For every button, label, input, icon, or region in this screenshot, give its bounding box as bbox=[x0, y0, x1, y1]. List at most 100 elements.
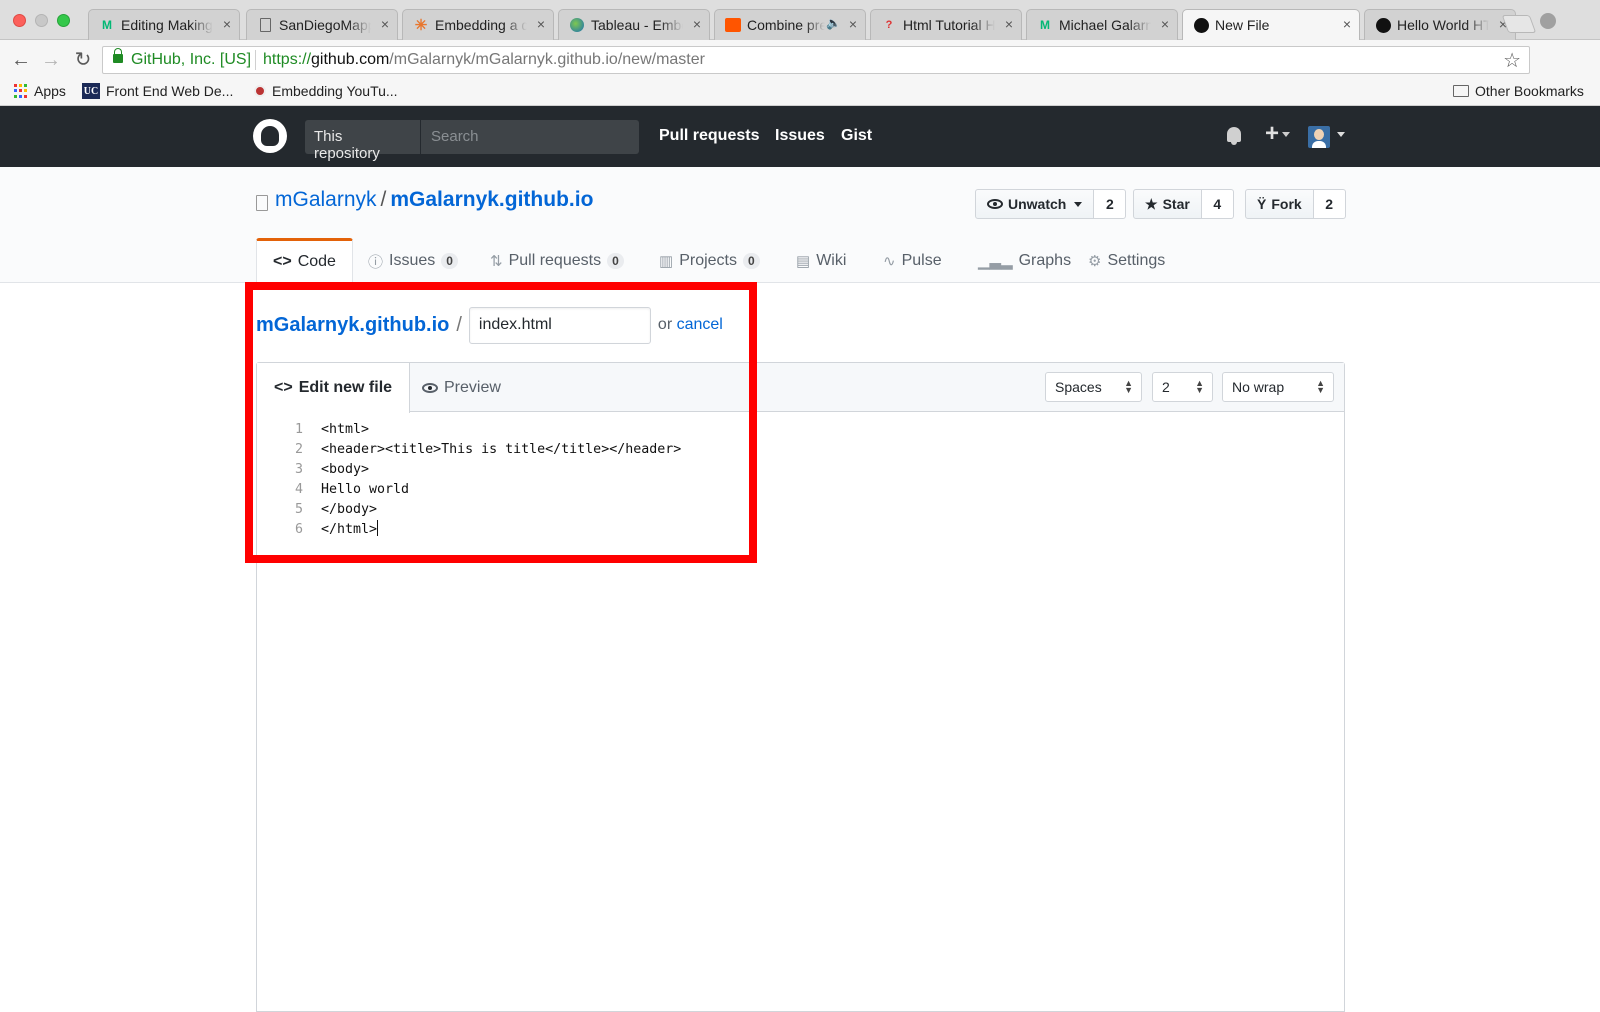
uc-logo-icon: UC bbox=[82, 83, 100, 99]
security-label: GitHub, Inc. [US] bbox=[131, 51, 252, 68]
forward-arrow-icon[interactable]: → bbox=[40, 49, 62, 71]
maximize-window-button[interactable] bbox=[57, 14, 70, 27]
star-button[interactable]: ★ Star bbox=[1133, 189, 1202, 219]
close-tab-icon[interactable]: × bbox=[1343, 16, 1351, 32]
indent-size-select[interactable]: 2 ▲ ▼ bbox=[1152, 372, 1213, 402]
bookmark-other[interactable]: Other Bookmarks bbox=[1453, 83, 1584, 99]
wrap-mode-select[interactable]: No wrap ▲ ▼ bbox=[1222, 372, 1334, 402]
tab-wiki[interactable]: ▤ Wiki bbox=[796, 238, 846, 284]
cancel-link[interactable]: cancel bbox=[677, 316, 723, 333]
create-new-dropdown[interactable]: + bbox=[1265, 120, 1291, 148]
github-header: This repository Search Pull requests Iss… bbox=[0, 106, 1600, 167]
line-text: Hello world bbox=[321, 482, 410, 497]
browser-tab[interactable]: ✳ Embedding a da × bbox=[402, 9, 554, 40]
eye-icon bbox=[422, 382, 438, 393]
search-input[interactable]: Search bbox=[431, 128, 479, 145]
line-number: 3 bbox=[294, 462, 303, 477]
browser-tab[interactable]: M Editing Making × bbox=[88, 9, 240, 40]
fork-button[interactable]: Ÿ Fork bbox=[1245, 189, 1314, 219]
medium-icon: M bbox=[102, 18, 112, 32]
tab-graphs[interactable]: ▁▃▂ Graphs bbox=[978, 238, 1071, 284]
close-tab-icon[interactable]: × bbox=[1161, 16, 1169, 32]
repo-owner-link[interactable]: mGalarnyk bbox=[275, 188, 377, 211]
text-cursor bbox=[377, 520, 379, 536]
bookmark-embedding[interactable]: Embedding YouTu... bbox=[254, 83, 398, 99]
tab-pulse[interactable]: ∿ Pulse bbox=[883, 238, 942, 284]
bookmark-apps[interactable]: Apps bbox=[14, 83, 66, 99]
search-box[interactable]: This repository Search bbox=[305, 120, 639, 162]
notifications-bell-icon[interactable] bbox=[1227, 127, 1241, 145]
browser-tab[interactable]: Combine pre 🔈 × bbox=[714, 9, 866, 40]
bookmark-star-icon[interactable]: ☆ bbox=[1503, 48, 1521, 73]
or-cancel: or cancel bbox=[657, 316, 723, 333]
close-tab-icon[interactable]: × bbox=[537, 16, 545, 32]
code-editor: <> Edit new file Preview Spaces ▲ ▼ 2 ▲ ▼ … bbox=[256, 362, 1345, 1012]
close-tab-icon[interactable]: × bbox=[223, 16, 231, 32]
bookmarks-bar: Apps UC Front End Web De... Embedding Yo… bbox=[0, 80, 1600, 106]
browser-tab-active[interactable]: New File × bbox=[1182, 9, 1360, 41]
tab-issues[interactable]: ⓘ Issues 0 bbox=[368, 238, 458, 284]
close-tab-icon[interactable]: × bbox=[381, 16, 389, 32]
tab-pull-requests[interactable]: ⇅ Pull requests 0 bbox=[490, 238, 624, 284]
line-text: </html> bbox=[321, 520, 379, 537]
star-count[interactable]: 4 bbox=[1201, 189, 1234, 219]
watch-group: Unwatch 2 bbox=[975, 189, 1127, 219]
close-window-button[interactable] bbox=[13, 14, 26, 27]
browser-tab[interactable]: M Michael Galarny × bbox=[1026, 9, 1178, 40]
watch-count[interactable]: 2 bbox=[1094, 189, 1127, 219]
repo-header: mGalarnyk / mGalarnyk.github.io Unwatch 2 … bbox=[0, 167, 1600, 284]
path-root-link[interactable]: mGalarnyk.github.io bbox=[256, 314, 449, 337]
chevron-down-icon[interactable] bbox=[1337, 132, 1345, 137]
book-icon: ▤ bbox=[796, 253, 811, 270]
search-scope[interactable]: This repository bbox=[305, 120, 421, 162]
filename-input[interactable] bbox=[468, 306, 651, 344]
repo-icon bbox=[256, 195, 268, 211]
browser-tab[interactable]: Tableau - Embe × bbox=[558, 9, 710, 40]
youtube-icon bbox=[254, 85, 266, 97]
browser-tab[interactable]: ? Html Tutorial He × bbox=[870, 9, 1022, 40]
repo-name-link[interactable]: mGalarnyk.github.io bbox=[390, 188, 593, 211]
browser-tab[interactable]: Hello World HTM × bbox=[1364, 9, 1516, 40]
fork-count[interactable]: 2 bbox=[1313, 189, 1346, 219]
nav-issues[interactable]: Issues bbox=[775, 127, 825, 145]
code-icon: <> bbox=[273, 253, 292, 270]
lock-icon bbox=[113, 48, 123, 63]
back-arrow-icon[interactable]: ← bbox=[10, 49, 32, 71]
address-bar[interactable]: GitHub, Inc. [US] https://github.com/mGa… bbox=[102, 46, 1530, 74]
tab-code[interactable]: <> Code bbox=[256, 238, 353, 284]
tab-edit-new-file[interactable]: <> Edit new file bbox=[257, 363, 411, 413]
nav-pull-requests[interactable]: Pull requests bbox=[659, 127, 759, 145]
bookmark-front-end[interactable]: UC Front End Web De... bbox=[82, 83, 233, 99]
close-tab-icon[interactable]: × bbox=[693, 16, 701, 32]
line-number: 4 bbox=[294, 482, 303, 497]
indent-mode-select[interactable]: Spaces ▲ ▼ bbox=[1045, 372, 1142, 402]
nav-gist[interactable]: Gist bbox=[841, 127, 872, 145]
file-path-breadcrumb: mGalarnyk.github.io / or cancel bbox=[256, 306, 723, 344]
line-text: </body> bbox=[321, 502, 378, 517]
reload-icon[interactable]: ↻ bbox=[72, 49, 94, 71]
url-text: https://github.com/mGalarnyk/mGalarnyk.g… bbox=[263, 51, 705, 68]
plus-icon: + bbox=[1265, 120, 1280, 147]
pull-request-icon: ⇅ bbox=[490, 253, 503, 270]
browser-tab[interactable]: SanDiegoMapp × bbox=[246, 9, 398, 40]
minimize-window-button[interactable] bbox=[35, 14, 48, 27]
close-tab-icon[interactable]: × bbox=[849, 16, 857, 32]
tab-projects[interactable]: ▥ Projects 0 bbox=[659, 238, 760, 284]
github-icon bbox=[1375, 17, 1391, 33]
unwatch-button[interactable]: Unwatch bbox=[975, 189, 1095, 219]
github-logo-icon[interactable] bbox=[253, 119, 287, 153]
editor-toolbar: <> Edit new file Preview Spaces ▲ ▼ 2 ▲ ▼ … bbox=[257, 363, 1344, 413]
close-tab-icon[interactable]: × bbox=[1005, 16, 1013, 32]
broken-page-icon: ? bbox=[885, 19, 893, 31]
avatar[interactable] bbox=[1308, 126, 1330, 148]
tab-settings[interactable]: ⚙ Settings bbox=[1088, 238, 1165, 284]
new-tab-button[interactable] bbox=[1501, 15, 1537, 33]
profile-icon[interactable] bbox=[1540, 13, 1556, 29]
tab-preview[interactable]: Preview bbox=[405, 363, 518, 412]
speaker-icon[interactable]: 🔈 bbox=[826, 16, 841, 30]
apps-grid-icon bbox=[14, 84, 28, 98]
line-number: 2 bbox=[294, 442, 303, 457]
folder-icon bbox=[1453, 85, 1469, 97]
fork-group: Ÿ Fork 2 bbox=[1245, 189, 1346, 219]
separator bbox=[255, 50, 256, 70]
